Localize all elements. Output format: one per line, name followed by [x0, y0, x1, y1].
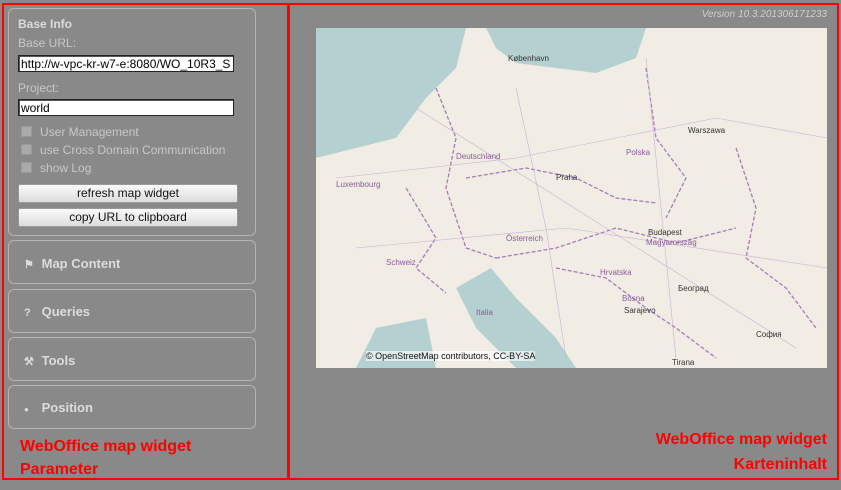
right-caption-line1: WebOffice map widget [655, 431, 827, 448]
borders [405, 67, 817, 359]
city-label: Warszawa [688, 126, 726, 135]
country-label: Italia [476, 308, 493, 317]
checkbox-label: show Log [40, 161, 92, 175]
country-label: Magyarország [646, 238, 697, 247]
base-url-input[interactable] [18, 55, 234, 72]
project-input[interactable] [18, 99, 234, 116]
show-log-checkbox[interactable]: show Log [21, 161, 91, 175]
section-label: Queries [41, 304, 91, 319]
section-queries[interactable]: ? Queries [8, 289, 256, 333]
left-caption-line1: WebOffice map widget [20, 438, 192, 455]
country-label: Luxembourg [336, 180, 381, 189]
right-caption-line2: Karteninhalt [733, 456, 827, 473]
user-management-checkbox[interactable]: User Management [21, 125, 139, 139]
city-label: Београд [678, 284, 709, 293]
city-label: Sarajevo [624, 306, 656, 315]
city-label: Tirana [672, 358, 695, 367]
refresh-map-widget-button[interactable]: refresh map widget [18, 184, 238, 203]
section-position[interactable]: ● Position [8, 385, 256, 429]
tools-icon: ⚒ [24, 356, 34, 368]
baltic-sea [486, 28, 646, 73]
section-label: Tools [41, 353, 76, 368]
base-info-title: Base Info [18, 17, 73, 31]
north-sea [316, 28, 466, 158]
checkbox-label: use Cross Domain Communication [40, 143, 226, 157]
section-label: Position [41, 400, 93, 415]
country-label: Bosna [622, 294, 645, 303]
copy-url-button[interactable]: copy URL to clipboard [18, 208, 238, 227]
base-info-panel: Base Info Base URL: Project: User Manage… [8, 8, 256, 236]
checkbox-label: User Management [40, 125, 139, 139]
cross-domain-checkbox[interactable]: use Cross Domain Communication [21, 143, 225, 157]
city-label: Praha [556, 173, 578, 182]
base-url-label: Base URL: [18, 36, 77, 50]
left-caption-line2: Parameter [20, 461, 99, 478]
question-icon: ? [24, 307, 31, 319]
map-view[interactable]: København Warszawa Praha Budapest Saraje… [316, 28, 827, 368]
section-map-content[interactable]: ⚑ Map Content [8, 240, 256, 284]
city-label: København [508, 54, 549, 63]
country-label: Österreich [506, 234, 543, 243]
project-label: Project: [18, 81, 59, 95]
city-label: Budapest [648, 228, 682, 237]
flag-icon: ⚑ [24, 259, 34, 271]
section-label: Map Content [41, 256, 121, 271]
country-label: Hrvatska [600, 268, 632, 277]
version-label: Version 10.3.201306171233 [701, 9, 827, 20]
map-tiles [316, 28, 827, 368]
country-label: Schweiz [386, 258, 416, 267]
city-label: София [756, 330, 782, 339]
section-tools[interactable]: ⚒ Tools [8, 337, 256, 381]
country-label: Deutschland [456, 152, 501, 161]
country-label: Polska [626, 148, 651, 157]
map-attribution: © OpenStreetMap contributors, CC-BY-SA [366, 351, 536, 361]
position-icon: ● [24, 405, 29, 414]
